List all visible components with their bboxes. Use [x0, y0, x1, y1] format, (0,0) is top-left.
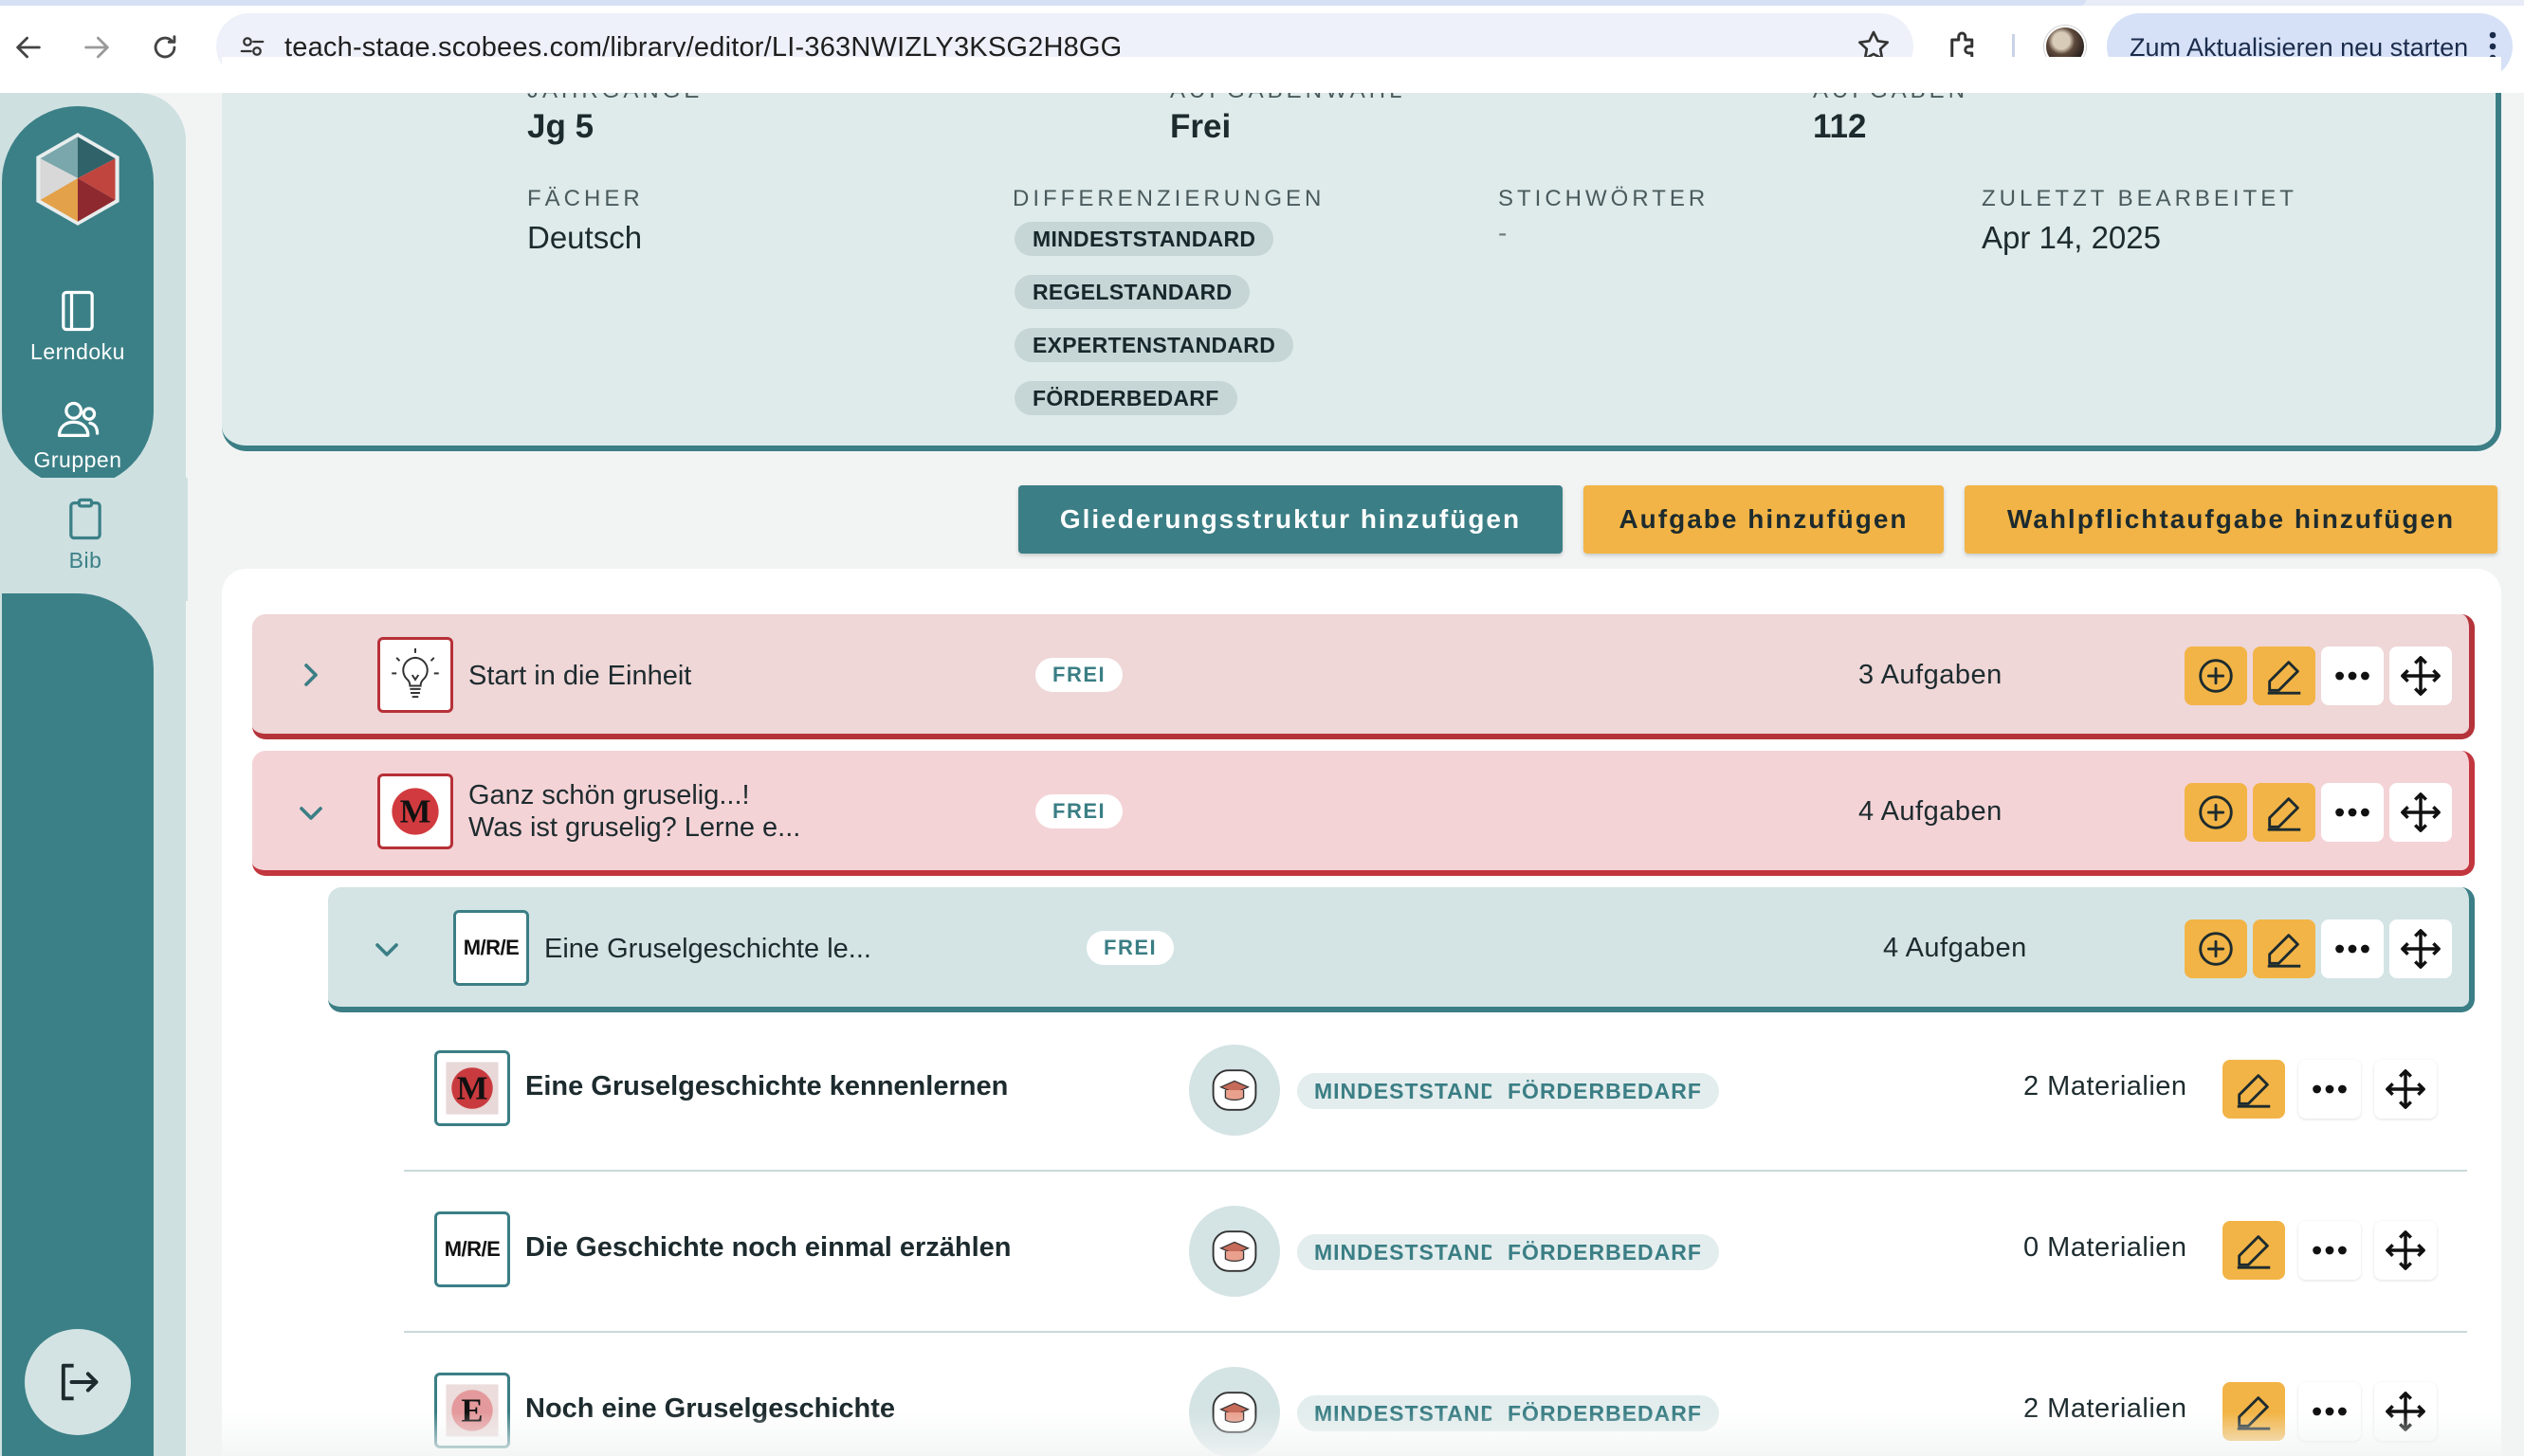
section-title: Start in die Einheit: [468, 661, 692, 691]
differenzierung-chip: EXPERTENSTANDARD: [1015, 328, 1294, 362]
more-options-icon[interactable]: [2298, 1060, 2361, 1119]
task-title: Die Geschichte noch einmal erzählen: [525, 1232, 1012, 1263]
reload-icon[interactable]: [140, 23, 190, 72]
section-task-count: 4 Aufgaben: [1858, 796, 2003, 827]
tab-strip: [0, 0, 2524, 6]
chevron-down-icon[interactable]: [292, 794, 330, 832]
drag-move-icon[interactable]: [2374, 1060, 2437, 1119]
back-icon[interactable]: [4, 23, 53, 72]
sidebar-lower: [2, 593, 154, 1456]
section-task-count: 4 Aufgaben: [1883, 933, 2027, 963]
materials-count: 0 Materialien: [2023, 1232, 2187, 1263]
zuletzt-bearbeitet-label: ZULETZT BEARBEITET: [1982, 186, 2297, 211]
subsection-row[interactable]: M/R/E Eine Gruselgeschichte le... FREI 4…: [328, 887, 2475, 1012]
svg-text:M: M: [457, 1070, 488, 1107]
zuletzt-bearbeitet-value: Apr 14, 2025: [1982, 220, 2161, 255]
differenzierung-chip: FÖRDERBEDARF: [1015, 381, 1237, 415]
clipboard-icon: [69, 498, 101, 540]
mre-badge-text: M/R/E: [444, 1237, 501, 1261]
logout-button[interactable]: [25, 1329, 131, 1435]
sidebar-item-label: Gruppen: [33, 447, 122, 472]
scobees-logo[interactable]: [28, 129, 127, 228]
lightbulb-icon: [377, 637, 453, 713]
scroll-clip: [222, 57, 2501, 93]
add-task-button[interactable]: Aufgabe hinzufügen: [1583, 485, 1944, 554]
chevron-right-icon[interactable]: [292, 656, 330, 694]
edit-icon[interactable]: [2253, 919, 2315, 978]
task-title: Eine Gruselgeschichte kennenlernen: [525, 1071, 1009, 1101]
logout-icon: [61, 1363, 99, 1401]
aufgabenwahl-value: Frei: [1170, 108, 1232, 145]
stichwoerter-label: STICHWÖRTER: [1498, 186, 1710, 211]
drag-move-icon[interactable]: [2389, 783, 2452, 842]
mre-badge-icon: M/R/E: [453, 910, 529, 986]
section-row[interactable]: M Ganz schön gruselig...! Was ist grusel…: [252, 751, 2475, 876]
graduation-cap-icon: [1189, 1206, 1280, 1297]
add-icon[interactable]: [2185, 783, 2247, 842]
aufgaben-value: 112: [1813, 108, 1867, 145]
level-chip: FÖRDERBEDARF: [1491, 1234, 1719, 1270]
edit-icon[interactable]: [2253, 646, 2315, 705]
add-structure-button[interactable]: Gliederungsstruktur hinzufügen: [1018, 485, 1563, 554]
drag-move-icon[interactable]: [2389, 919, 2452, 978]
differenzierung-chip: MINDESTSTANDARD: [1015, 222, 1274, 256]
forward-icon[interactable]: [72, 23, 121, 72]
edit-icon[interactable]: [2222, 1060, 2285, 1119]
frei-chip: FREI: [1035, 658, 1124, 692]
frei-chip: FREI: [1035, 794, 1124, 828]
m-badge-icon: M: [377, 774, 453, 849]
more-options-icon[interactable]: [2298, 1221, 2361, 1280]
add-icon[interactable]: [2185, 646, 2247, 705]
section-title-line1: Ganz schön gruselig...!: [468, 780, 750, 810]
drag-move-icon[interactable]: [2389, 646, 2452, 705]
faecher-label: FÄCHER: [527, 186, 644, 211]
add-elective-task-button[interactable]: Wahlpflichtaufgabe hinzufügen: [1965, 485, 2497, 554]
add-icon[interactable]: [2185, 919, 2247, 978]
faecher-value: Deutsch: [527, 220, 643, 255]
differenzierungen-label: DIFFERENZIERUNGEN: [1013, 186, 1326, 211]
edit-icon[interactable]: [2222, 1221, 2285, 1280]
sidebar-item-label: Bib: [68, 548, 102, 573]
drag-move-icon[interactable]: [2374, 1221, 2437, 1280]
level-chip: FÖRDERBEDARF: [1491, 1073, 1719, 1109]
task-row[interactable]: M Eine Gruselgeschichte kennenlernen MIN…: [404, 1010, 2467, 1172]
svg-text:M: M: [400, 793, 431, 830]
sidebar-item-label: Lerndoku: [30, 339, 125, 364]
scroll-fade: [186, 1412, 2524, 1456]
stichwoerter-value: -: [1498, 218, 1508, 247]
section-task-count: 3 Aufgaben: [1858, 660, 2003, 690]
task-row[interactable]: M/R/E Die Geschichte noch einmal erzähle…: [404, 1172, 2467, 1333]
m-badge-icon: M: [434, 1050, 510, 1126]
chevron-down-icon[interactable]: [368, 931, 406, 969]
mre-badge-icon: M/R/E: [434, 1211, 510, 1287]
section-title: Eine Gruselgeschichte le...: [544, 934, 871, 964]
sidebar-item-gruppen[interactable]: Gruppen: [2, 394, 154, 499]
section-title-line2: Was ist gruselig? Lerne e...: [468, 812, 801, 843]
more-options-icon[interactable]: [2321, 919, 2384, 978]
materials-count: 2 Materialien: [2023, 1071, 2187, 1101]
more-options-icon[interactable]: [2321, 646, 2384, 705]
differenzierung-chip: REGELSTANDARD: [1015, 275, 1251, 309]
more-options-icon[interactable]: [2321, 783, 2384, 842]
graduation-cap-icon: [1189, 1045, 1280, 1136]
frei-chip: FREI: [1087, 931, 1175, 965]
notebook-icon: [62, 290, 94, 332]
jahrgaenge-value: Jg 5: [527, 108, 594, 145]
sidebar-item-bib[interactable]: Bib: [9, 487, 161, 593]
active-tab[interactable]: [0, 0, 2086, 6]
mre-badge-text: M/R/E: [463, 936, 520, 959]
users-icon: [57, 401, 100, 437]
section-row[interactable]: Start in die Einheit FREI 3 Aufgaben: [252, 614, 2475, 739]
sidebar-item-lerndoku[interactable]: Lerndoku: [2, 286, 154, 391]
edit-icon[interactable]: [2253, 783, 2315, 842]
